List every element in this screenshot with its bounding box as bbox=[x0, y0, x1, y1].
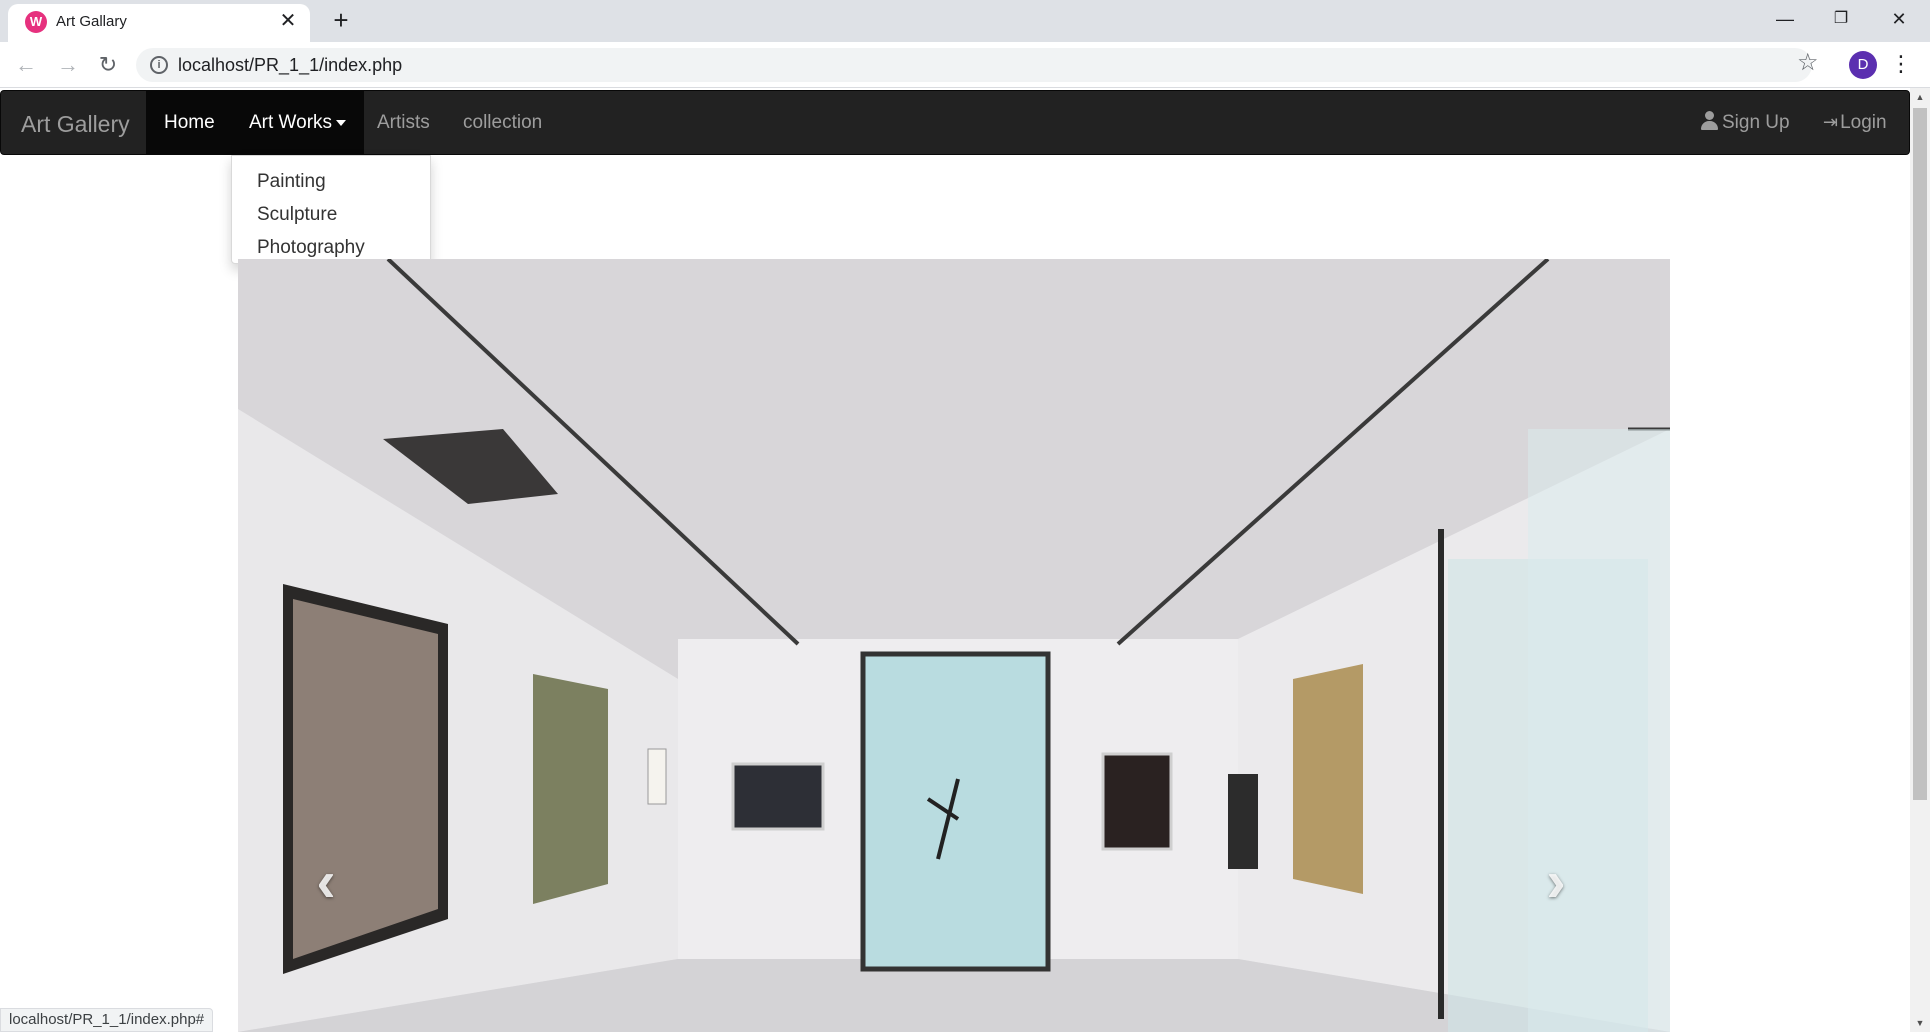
nav-collection[interactable]: collection bbox=[445, 91, 560, 154]
gallery-photo bbox=[238, 259, 1670, 1032]
dropdown-item-painting[interactable]: Painting bbox=[232, 165, 430, 198]
nav-home[interactable]: Home bbox=[146, 91, 233, 154]
site-navbar: Art Gallery Home Art Works Artists colle… bbox=[0, 90, 1910, 155]
close-window-icon[interactable]: ✕ bbox=[1876, 4, 1922, 34]
browser-menu-icon[interactable]: ⋮ bbox=[1890, 48, 1912, 80]
profile-avatar[interactable]: D bbox=[1849, 51, 1877, 79]
url-text[interactable]: localhost/PR_1_1/index.php bbox=[178, 55, 402, 76]
scroll-up-icon[interactable]: ▲ bbox=[1910, 88, 1930, 106]
bookmark-star-icon[interactable]: ☆ bbox=[1797, 48, 1819, 77]
nav-art-works-label: Art Works bbox=[249, 112, 333, 133]
forward-arrow-icon[interactable]: → bbox=[52, 49, 84, 81]
browser-toolbar: ← → ↻ i localhost/PR_1_1/index.php ☆ D ⋮ bbox=[0, 42, 1930, 88]
back-arrow-icon[interactable]: ← bbox=[10, 49, 42, 81]
site-brand[interactable]: Art Gallery bbox=[21, 111, 130, 138]
page-viewport: Art Gallery Home Art Works Artists colle… bbox=[0, 88, 1930, 1032]
tab-title: Art Gallary bbox=[56, 13, 127, 30]
login-link[interactable]: ⇥ Login bbox=[1823, 91, 1887, 154]
close-tab-icon[interactable]: ✕ bbox=[276, 9, 300, 33]
scroll-thumb[interactable] bbox=[1913, 108, 1927, 800]
scroll-down-icon[interactable]: ▼ bbox=[1910, 1014, 1930, 1032]
login-label: Login bbox=[1840, 112, 1887, 133]
carousel-next-icon[interactable]: › bbox=[1536, 852, 1576, 912]
caret-down-icon bbox=[336, 119, 347, 126]
info-icon[interactable]: i bbox=[150, 56, 168, 74]
browser-tab[interactable]: W Art Gallary ✕ bbox=[8, 4, 310, 42]
address-bar[interactable]: i localhost/PR_1_1/index.php bbox=[136, 48, 1812, 82]
browser-tab-strip: W Art Gallary ✕ + — ❐ ✕ bbox=[0, 0, 1930, 42]
new-tab-button[interactable]: + bbox=[326, 5, 356, 35]
nav-artists[interactable]: Artists bbox=[359, 91, 448, 154]
restore-icon[interactable]: ❐ bbox=[1818, 4, 1864, 34]
art-works-dropdown: Painting Sculpture Photography bbox=[231, 155, 431, 264]
user-icon bbox=[1701, 111, 1718, 130]
nav-art-works[interactable]: Art Works bbox=[231, 91, 365, 154]
reload-icon[interactable]: ↻ bbox=[92, 49, 124, 81]
signup-label: Sign Up bbox=[1722, 112, 1790, 133]
minimize-icon[interactable]: — bbox=[1762, 4, 1808, 34]
status-bar-url: localhost/PR_1_1/index.php# bbox=[0, 1008, 214, 1032]
login-icon: ⇥ bbox=[1823, 112, 1839, 132]
carousel-prev-icon[interactable]: ‹ bbox=[306, 852, 346, 912]
page-scrollbar[interactable]: ▲ ▼ bbox=[1910, 88, 1930, 1032]
favicon-icon: W bbox=[25, 11, 47, 33]
dropdown-item-sculpture[interactable]: Sculpture bbox=[232, 198, 430, 231]
signup-link[interactable]: Sign Up bbox=[1701, 91, 1790, 154]
gallery-carousel: ‹ › bbox=[238, 259, 1670, 1032]
